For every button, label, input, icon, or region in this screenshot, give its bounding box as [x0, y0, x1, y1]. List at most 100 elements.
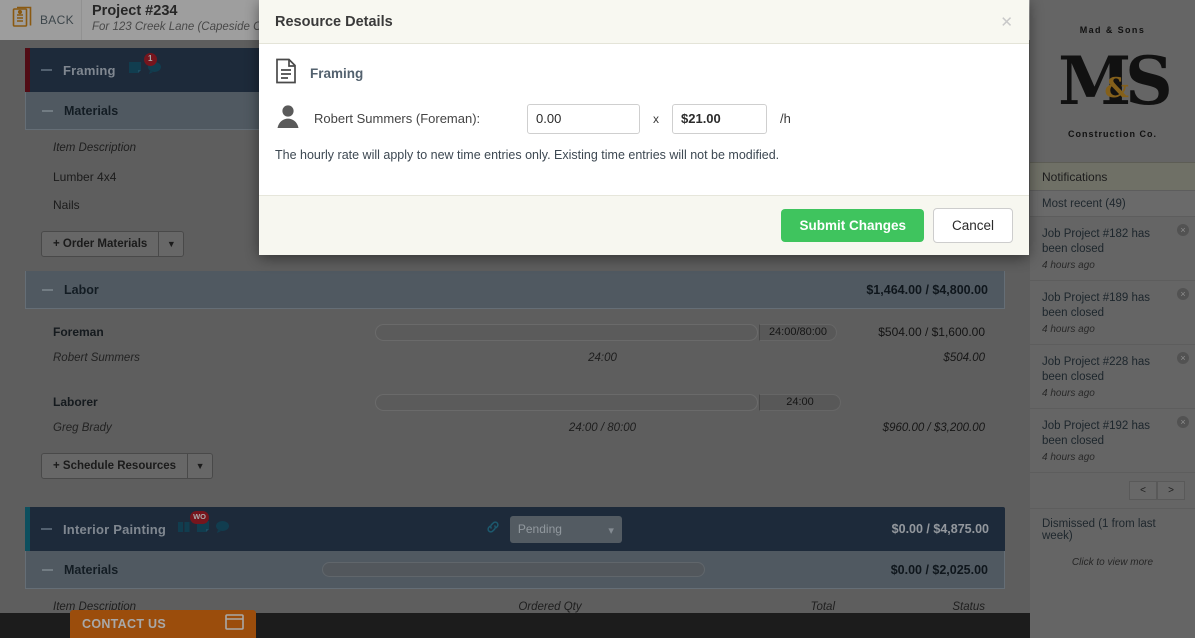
- notification-text: Job Project #228 has been closed: [1042, 356, 1151, 383]
- notifications-pager: < >: [1030, 473, 1195, 508]
- progress-track: [375, 323, 758, 341]
- back-label: BACK: [40, 13, 74, 27]
- notification-time: 4 hours ago: [1042, 324, 1095, 335]
- labor-hours-note: 24:00 / 80:00: [568, 422, 637, 434]
- company-logo: Mad & Sons MS & Construction Co.: [1030, 0, 1195, 162]
- logo-arc-bottom: Construction Co.: [1068, 129, 1157, 139]
- list-item[interactable]: × Job Project #189 has been closed 4 hou…: [1030, 281, 1195, 345]
- modal-task-name: Framing: [310, 66, 364, 81]
- list-item[interactable]: × Job Project #192 has been closed 4 hou…: [1030, 409, 1195, 473]
- document-icon: [275, 58, 297, 89]
- collapse-icon[interactable]: [41, 69, 52, 71]
- modal-footer: Submit Changes Cancel: [259, 195, 1029, 255]
- dismiss-icon[interactable]: ×: [1177, 352, 1189, 364]
- list-item[interactable]: × Job Project #228 has been closed 4 hou…: [1030, 345, 1195, 409]
- schedule-resources-button[interactable]: + Schedule Resources: [41, 453, 189, 479]
- notification-text: Job Project #189 has been closed: [1042, 292, 1151, 319]
- section-header-interior-painting[interactable]: Interior Painting WO Pending ▾ $0.00 / $…: [25, 507, 1005, 551]
- collapse-icon[interactable]: [42, 288, 53, 291]
- status-select-wrap: Pending ▾: [509, 515, 636, 543]
- labor-panel: Foreman 24:00/80:00 $504.00 / $1,600.00 …: [25, 309, 1005, 493]
- labor-progress: 24:00/80:00: [370, 323, 837, 341]
- contact-us-label: CONTACT US: [82, 617, 167, 631]
- contact-us-button[interactable]: CONTACT US: [70, 610, 256, 638]
- notification-text: Job Project #192 has been closed: [1042, 420, 1151, 447]
- section-accent-bar: [25, 507, 30, 551]
- window-icon: [225, 613, 244, 635]
- subsection-header-materials-painting[interactable]: Materials $0.00 / $2,025.00: [25, 551, 1005, 589]
- status-select[interactable]: Pending: [509, 515, 622, 543]
- progress-track: [322, 562, 706, 577]
- logo-graphic: Mad & Sons MS & Construction Co.: [1049, 17, 1177, 145]
- dismiss-icon[interactable]: ×: [1177, 224, 1189, 236]
- pager-next-button[interactable]: >: [1157, 481, 1185, 500]
- modal-header: Resource Details ✕: [259, 0, 1029, 44]
- schedule-resources-group: + Schedule Resources ▼: [41, 453, 214, 479]
- work-order-badge: WO: [190, 511, 209, 524]
- back-button[interactable]: BACK: [0, 0, 82, 40]
- collapse-icon[interactable]: [41, 528, 52, 530]
- submit-changes-button[interactable]: Submit Changes: [781, 209, 924, 242]
- modal-note: The hourly rate will apply to new time e…: [275, 148, 780, 162]
- modal-title: Resource Details: [275, 13, 393, 30]
- notification-time: 4 hours ago: [1042, 388, 1095, 399]
- hours-chip: 24:00: [759, 393, 841, 411]
- labor-hours-note: 24:00: [588, 352, 617, 364]
- dismissed-tab[interactable]: Dismissed (1 from last week): [1030, 508, 1195, 551]
- labor-person-row: Greg Brady 24:00 / 80:00 $960.00 / $3,20…: [25, 415, 1005, 441]
- subsection-title: Labor: [64, 282, 99, 297]
- modal-body: Framing Robert Summers (Foreman): x /h T…: [259, 44, 1029, 195]
- modal-person-label: Robert Summers (Foreman):: [314, 111, 481, 126]
- labor-role: Foreman: [53, 325, 104, 339]
- note-icon[interactable]: [128, 61, 142, 79]
- collapse-icon[interactable]: [42, 568, 53, 571]
- files-icon[interactable]: [178, 520, 191, 538]
- section-accent-bar: [25, 48, 30, 92]
- cancel-button[interactable]: Cancel: [932, 208, 1013, 243]
- right-sidebar: Mad & Sons MS & Construction Co. Notific…: [1030, 0, 1195, 638]
- notification-time: 4 hours ago: [1042, 452, 1095, 463]
- invoice-document-icon: [12, 6, 34, 35]
- link-icon[interactable]: [486, 520, 500, 539]
- pager-prev-button[interactable]: <: [1129, 481, 1157, 500]
- labor-money: $504.00 / $1,600.00: [878, 325, 985, 339]
- subsection-title: Materials: [64, 562, 119, 577]
- list-item[interactable]: × Job Project #182 has been closed 4 hou…: [1030, 217, 1195, 281]
- hourly-rate-input[interactable]: [672, 103, 767, 134]
- dismiss-icon[interactable]: ×: [1177, 416, 1189, 428]
- per-hour-label: /h: [780, 111, 791, 126]
- notification-time: 4 hours ago: [1042, 260, 1095, 271]
- dismiss-icon[interactable]: ×: [1177, 288, 1189, 300]
- notification-text: Job Project #182 has been closed: [1042, 228, 1151, 255]
- order-materials-button[interactable]: + Order Materials: [41, 231, 160, 257]
- most-recent-tab[interactable]: Most recent (49): [1030, 190, 1195, 217]
- order-materials-dropdown-toggle[interactable]: ▼: [159, 231, 185, 257]
- section-title: Framing: [63, 62, 116, 78]
- labor-row: Laborer 24:00: [25, 389, 1005, 415]
- click-to-view-more[interactable]: Click to view more: [1030, 551, 1195, 568]
- comment-icon[interactable]: [215, 520, 230, 538]
- labor-person: Greg Brady: [53, 422, 112, 434]
- section-icons: WO: [178, 511, 230, 538]
- section-title: Interior Painting: [63, 521, 167, 537]
- comment-count-badge: 1: [143, 53, 157, 66]
- labor-progress: 24:00: [370, 393, 841, 411]
- labor-person-money: $504.00: [943, 352, 985, 364]
- app-root: BACK Project #234 For 123 Creek Lane (Ca…: [0, 0, 1195, 638]
- schedule-resources-dropdown-toggle[interactable]: ▼: [188, 453, 214, 479]
- project-heading: Project #234 For 123 Creek Lane (Capesid…: [92, 2, 277, 35]
- multiply-symbol: x: [653, 111, 659, 126]
- collapse-icon[interactable]: [42, 109, 53, 112]
- quantity-input[interactable]: [527, 103, 640, 134]
- notifications-title: Notifications: [1030, 162, 1195, 190]
- labor-person: Robert Summers: [53, 352, 140, 364]
- labor-person-money: $960.00 / $3,200.00: [882, 422, 985, 434]
- page-title: Project #234: [92, 3, 178, 19]
- subsection-header-labor[interactable]: Labor $1,464.00 / $4,800.00: [25, 271, 1005, 309]
- close-icon[interactable]: ✕: [1000, 13, 1013, 31]
- order-materials-group: + Order Materials ▼: [41, 231, 185, 257]
- resource-details-modal: Resource Details ✕ Framing Robert Summer…: [259, 0, 1029, 255]
- person-icon: [275, 103, 301, 134]
- hours-chip: 24:00/80:00: [759, 323, 837, 341]
- modal-person-row: Robert Summers (Foreman): x /h: [275, 103, 1013, 134]
